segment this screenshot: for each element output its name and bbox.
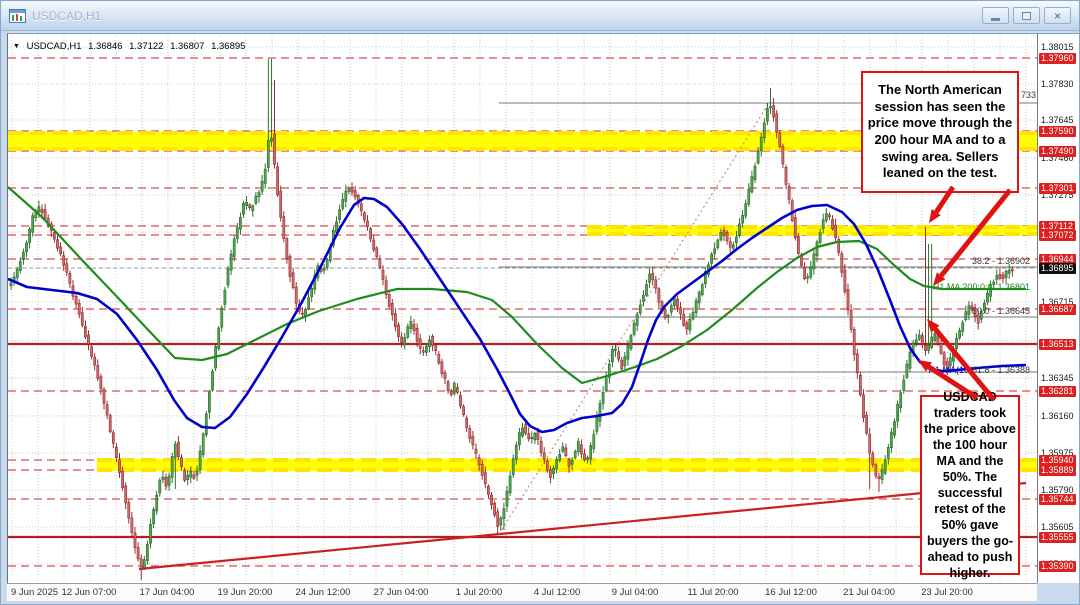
chart-label: H1 MA 200:0:0: 1.36801	[933, 282, 1030, 292]
price-tick-label: 1.36160	[1041, 411, 1074, 421]
chart-label: H1 MA(10	[928, 365, 969, 375]
close-button[interactable]: ×	[1044, 7, 1071, 24]
price-tick-label: 1.35605	[1041, 522, 1074, 532]
minimize-icon	[991, 18, 1000, 21]
swing-area-band	[97, 459, 1038, 471]
ohlc-close: 1.36895	[211, 41, 245, 52]
price-tick-label: 1.38015	[1041, 42, 1074, 52]
price-level-tag: 1.35555	[1039, 532, 1076, 543]
time-tick-label: 21 Jul 04:00	[843, 587, 895, 598]
restore-button[interactable]	[1013, 7, 1040, 24]
price-level-tag: 1.37490	[1039, 146, 1076, 157]
price-tick-label: 1.36345	[1041, 373, 1074, 383]
time-tick-label: 19 Jun 20:00	[218, 587, 273, 598]
time-tick-label: 9 Jun 2025	[11, 587, 58, 598]
annotation-top-note: The North American session has seen the …	[861, 71, 1019, 193]
time-tick-label: 12 Jun 07:00	[62, 587, 117, 598]
ohlc-low: 1.36807	[170, 41, 204, 52]
annotation-bottom-note: USDCAD traders took the price above the …	[920, 395, 1020, 575]
mt4-chart-window: USDCAD,H1 × 733 38.2 - 1.36902 H1 MA 200:0…	[0, 0, 1080, 605]
time-tick-label: 16 Jul 12:00	[765, 587, 817, 598]
price-level-tag: 1.37301	[1039, 183, 1076, 194]
restore-icon	[1022, 12, 1031, 20]
current-price-tag: 1.36895	[1039, 263, 1076, 274]
time-tick-label: 17 Jun 04:00	[140, 587, 195, 598]
chart-label: 50.0 - 1.36645	[972, 306, 1030, 316]
window-title: USDCAD,H1	[32, 9, 101, 23]
time-tick-label: 9 Jul 04:00	[612, 587, 658, 598]
price-level-tag: 1.36687	[1039, 304, 1076, 315]
close-icon: ×	[1054, 10, 1061, 22]
ma-200-line	[8, 187, 1026, 383]
swing-area-band	[587, 226, 1038, 235]
ohlc-open: 1.36846	[88, 41, 122, 52]
chart-label: 38.2 - 1.36902	[972, 256, 1030, 266]
ohlc-readout: ▼ USDCAD,H1 1.36846 1.37122 1.36807 1.36…	[13, 41, 249, 52]
chart-label: 733	[1021, 90, 1036, 100]
price-tick-label: 1.37645	[1041, 115, 1074, 125]
window-titlebar[interactable]: USDCAD,H1 ×	[1, 1, 1079, 31]
ohlc-high: 1.37122	[129, 41, 163, 52]
price-level-tag: 1.37590	[1039, 126, 1076, 137]
price-level-tag: 1.36513	[1039, 339, 1076, 350]
price-level-tag: 1.35390	[1039, 561, 1076, 572]
minimize-button[interactable]	[982, 7, 1009, 24]
chart-plot-area[interactable]: 733 38.2 - 1.36902 H1 MA 200:0:0: 1.36801 5…	[7, 33, 1037, 583]
time-tick-label: 11 Jul 20:00	[687, 587, 738, 598]
time-tick-label: 24 Jun 12:00	[296, 587, 351, 598]
time-tick-label: 23 Jul 20:00	[921, 587, 973, 598]
price-level-tag: 1.37072	[1039, 230, 1076, 241]
time-tick-label: 4 Jul 12:00	[534, 587, 580, 598]
time-axis[interactable]: 9 Jun 2025 12 Jun 07:00 17 Jun 04:00 19 Jun…	[7, 583, 1037, 601]
price-level-tag: 1.36281	[1039, 386, 1076, 397]
time-tick-label: 1 Jul 20:00	[456, 587, 502, 598]
time-tick-label: 27 Jun 04:00	[374, 587, 429, 598]
price-tick-label: 1.37830	[1041, 79, 1074, 89]
symbol-marker-icon: ▼	[13, 43, 20, 50]
price-level-tag: 1.37960	[1039, 53, 1076, 64]
price-level-tag: 1.35744	[1039, 494, 1076, 505]
price-level-tag: 1.35889	[1039, 465, 1076, 476]
ohlc-symbol: USDCAD,H1	[27, 41, 82, 52]
price-axis[interactable]: 1.380151.378301.376451.374601.372751.367…	[1037, 33, 1080, 583]
chart-window-icon	[9, 9, 26, 23]
chart-label: (61.8 - 1.36388	[969, 365, 1030, 375]
